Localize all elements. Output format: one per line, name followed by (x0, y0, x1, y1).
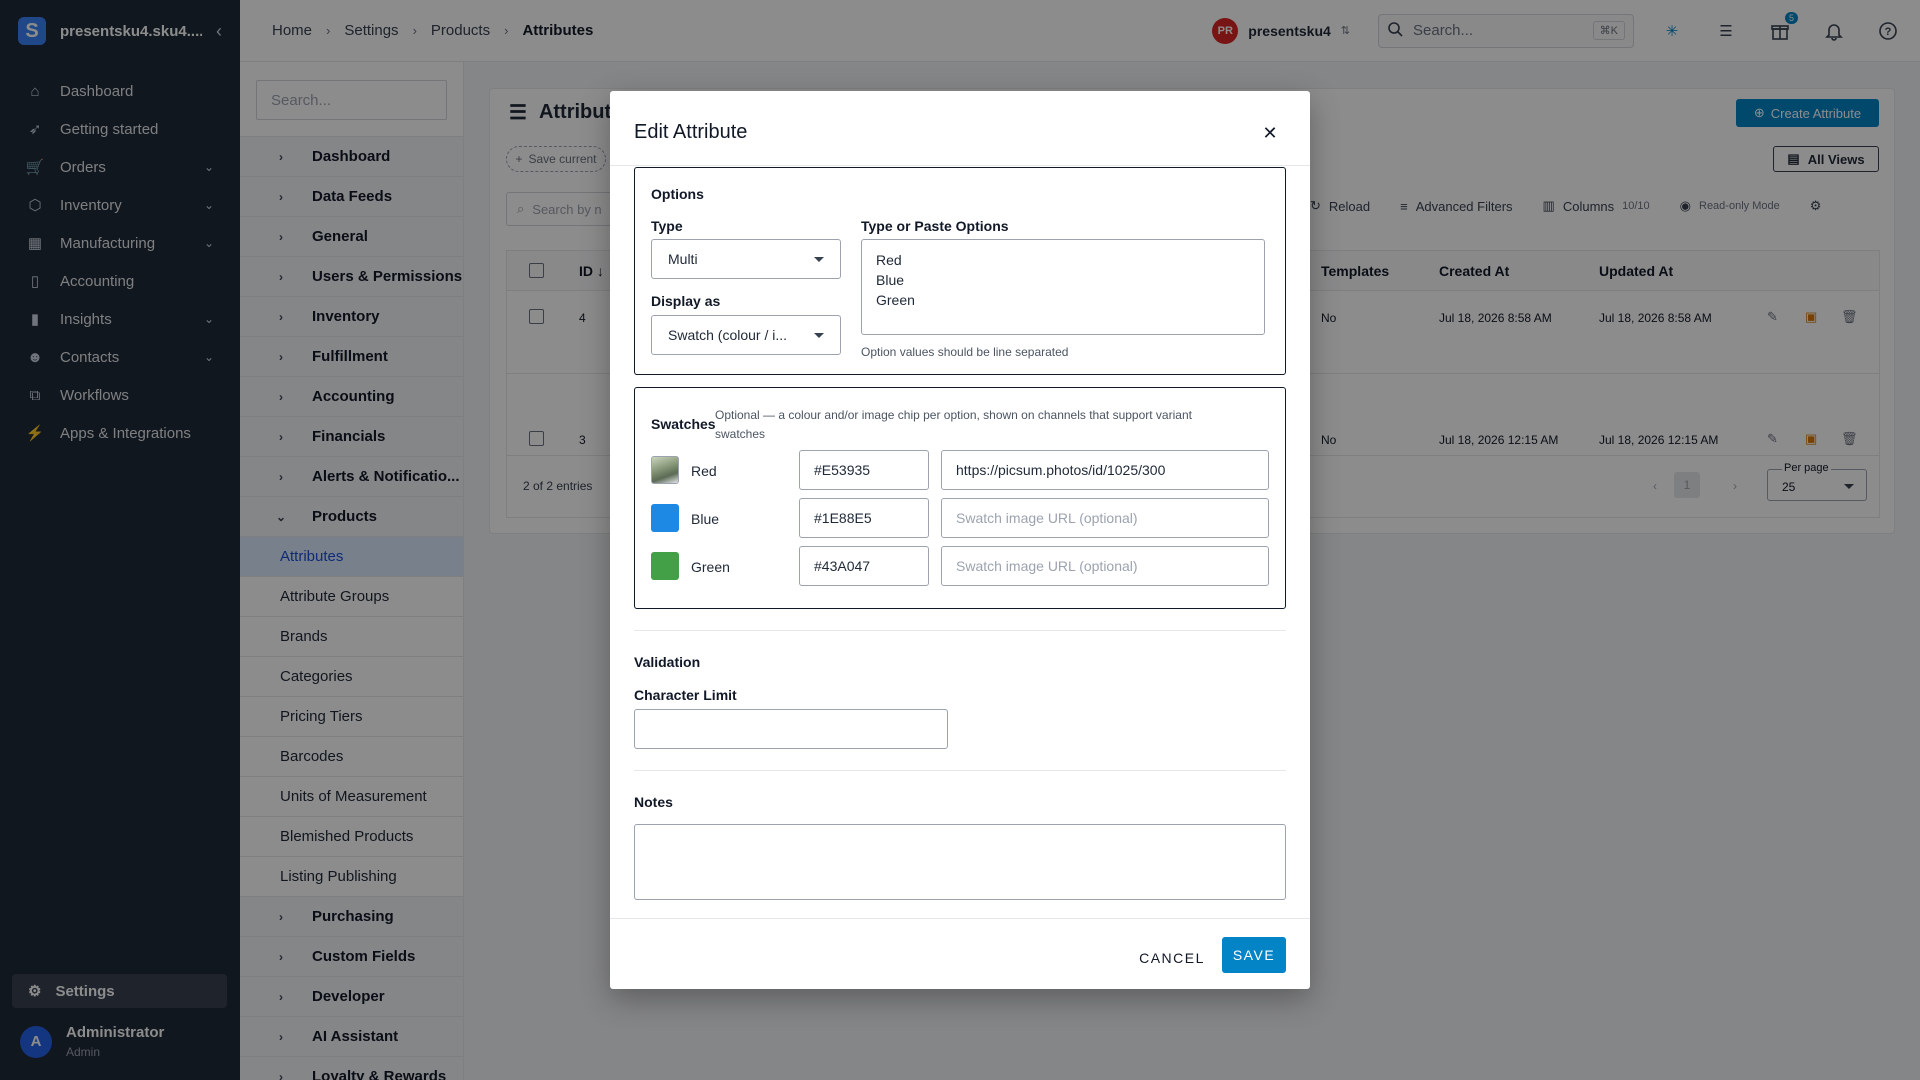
character-limit-input[interactable] (634, 709, 948, 749)
character-limit-label: Character Limit (634, 687, 737, 703)
close-icon[interactable]: ✕ (1258, 121, 1282, 145)
type-label: Type (651, 218, 683, 234)
swatches-heading: Swatches (651, 416, 716, 432)
cancel-button[interactable]: CANCEL (1138, 940, 1206, 976)
dialog-body: Options Type Multi Display as Swatch (co… (610, 165, 1310, 919)
options-helper-text: Option values should be line separated (861, 345, 1069, 359)
divider (634, 770, 1286, 771)
swatches-description: Optional — a colour and/or image chip pe… (715, 408, 1192, 441)
swatch-image-url-input[interactable]: https://picsum.photos/id/1025/300 (941, 450, 1269, 490)
swatch-image-thumbnail (651, 456, 679, 484)
paste-options-label: Type or Paste Options (861, 218, 1009, 234)
swatch-option-name: Green (691, 559, 730, 575)
validation-heading: Validation (634, 654, 701, 670)
swatch-color-chip (651, 552, 679, 580)
options-textarea[interactable]: Red Blue Green (861, 239, 1265, 335)
swatches-section: Swatches Optional — a colour and/or imag… (634, 387, 1286, 609)
option-line: Green (876, 292, 915, 308)
swatch-hex-input[interactable]: #1E88E5 (799, 498, 929, 538)
save-button[interactable]: SAVE (1222, 937, 1286, 973)
edit-attribute-dialog: Edit Attribute ✕ Options Type Multi Disp… (610, 91, 1310, 989)
swatch-option-name: Blue (691, 511, 720, 527)
option-line: Blue (876, 272, 905, 288)
display-as-label: Display as (651, 293, 721, 309)
swatch-image-url-input[interactable]: Swatch image URL (optional) (941, 546, 1269, 586)
caret-down-icon (814, 256, 824, 262)
option-line: Red (876, 252, 902, 268)
display-as-value: Swatch (colour / i... (668, 327, 788, 343)
swatch-hex-input[interactable]: #43A047 (799, 546, 929, 586)
caret-down-icon (814, 332, 824, 338)
display-as-select[interactable]: Swatch (colour / i... (651, 315, 841, 355)
notes-heading: Notes (634, 794, 673, 810)
swatch-option-name: Red (691, 463, 717, 479)
swatch-hex-input[interactable]: #E53935 (799, 450, 929, 490)
divider (634, 630, 1286, 631)
swatch-color-chip (651, 504, 679, 532)
options-heading: Options (651, 186, 704, 202)
swatch-image-url-input[interactable]: Swatch image URL (optional) (941, 498, 1269, 538)
type-select[interactable]: Multi (651, 239, 841, 279)
dialog-title: Edit Attribute (634, 121, 748, 143)
options-section: Options Type Multi Display as Swatch (co… (634, 167, 1286, 375)
notes-textarea[interactable] (634, 824, 1286, 900)
type-select-value: Multi (668, 251, 698, 267)
